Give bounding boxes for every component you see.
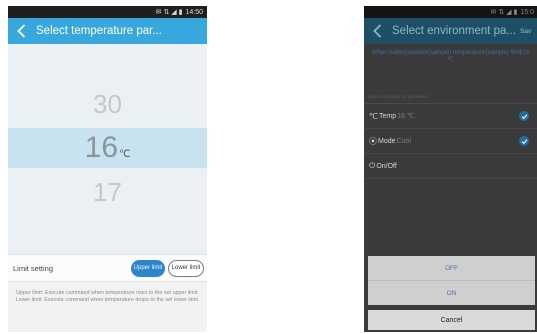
back-arrow-icon[interactable]	[370, 23, 384, 39]
save-button[interactable]: Sav	[520, 28, 531, 35]
param-row-mode[interactable]: ⦿ Mode Cool	[364, 129, 537, 154]
limit-setting-label: Limit setting	[13, 263, 54, 273]
param-value: 16 ℃	[397, 113, 415, 120]
environment-screen: ✉ ⇅ ◢ ▮ 15:0 Select environment pa... Sa…	[364, 6, 537, 332]
picker-value-above[interactable]: 30	[8, 89, 207, 120]
selected-temperature: 16	[84, 131, 119, 164]
section-subheader: Select environment parameter	[364, 90, 537, 104]
action-bar: Select environment pa... Sav	[364, 18, 537, 44]
param-row-onoff[interactable]: ⏻ On/Off	[364, 154, 537, 179]
help-upper: Upper limit: Execute command when temper…	[16, 290, 199, 296]
status-bar: ✉ ⇅ ◢ ▮ 14:50	[8, 6, 207, 18]
temperature-screen: ✉ ⇅ ◢ ▮ 14:50 Select temperature par... …	[8, 6, 207, 332]
status-bar: ✉ ⇅ ◢ ▮ 15:0	[364, 6, 537, 18]
page-title: Select temperature par...	[36, 25, 162, 37]
param-row-temp[interactable]: ℃ Temp 16 ℃	[364, 104, 537, 129]
param-label: On/Off	[376, 162, 397, 170]
param-label: Mode	[378, 137, 396, 145]
on-option[interactable]: ON	[368, 281, 535, 305]
param-label: Temp	[378, 112, 397, 120]
mode-icon: ⦿	[369, 136, 377, 146]
page-title: Select environment pa...	[392, 25, 517, 37]
picker-value-selected[interactable]: 16℃	[8, 131, 207, 165]
status-time: 14:50	[185, 8, 203, 16]
param-value: Cool	[396, 137, 411, 145]
help-lower: Lower limit: Execute command when temper…	[15, 297, 200, 303]
status-icons: ✉ ⇅ ◢ ▮	[490, 9, 518, 16]
on-off-dialog: OFF ON	[368, 256, 535, 305]
action-bar: Select temperature par...	[8, 18, 207, 44]
temperature-unit: ℃	[119, 149, 131, 160]
condition-summary: When batteryoutdoor(sample) temperature(…	[364, 44, 537, 90]
cancel-button[interactable]: Cancel	[368, 310, 535, 330]
temperature-picker[interactable]: 30 16℃ 17	[8, 44, 207, 254]
check-icon[interactable]	[519, 136, 529, 146]
picker-value-below[interactable]: 17	[8, 177, 207, 208]
thermometer-icon: ℃	[369, 111, 378, 121]
power-icon: ⏻	[369, 161, 376, 170]
upper-limit-button[interactable]: Upper limit	[131, 259, 165, 277]
limit-help-text: Upper limit: Execute command when temper…	[8, 290, 207, 304]
status-icons: ✉ ⇅ ◢ ▮	[155, 9, 183, 16]
off-option[interactable]: OFF	[368, 256, 535, 280]
screenshot-stage: ✉ ⇅ ◢ ▮ 14:50 Select temperature par... …	[0, 0, 537, 334]
lower-limit-button[interactable]: Lower limit	[168, 259, 204, 277]
check-icon[interactable]	[519, 111, 529, 121]
status-time: 15:0	[520, 8, 534, 16]
back-arrow-icon[interactable]	[14, 23, 28, 39]
limit-setting-row: Limit setting Upper limit Lower limit	[8, 254, 207, 282]
